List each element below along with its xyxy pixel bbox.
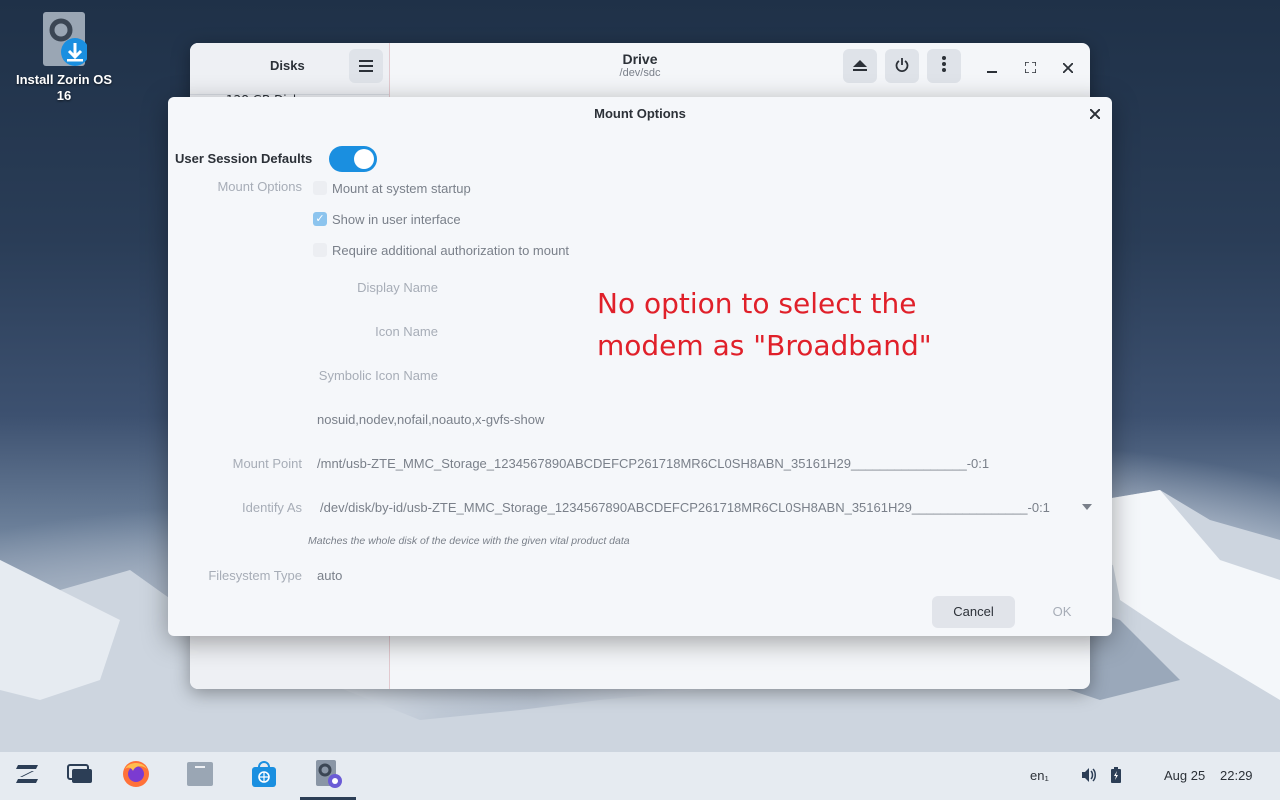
software-store-launcher[interactable] xyxy=(248,760,280,792)
installer-icon xyxy=(41,10,89,68)
workspaces-button[interactable] xyxy=(64,760,96,792)
mount-options-dialog: Mount Options User Session Defaults Moun… xyxy=(168,97,1112,636)
icon-name-field[interactable] xyxy=(450,319,590,343)
software-store-icon xyxy=(249,759,279,794)
display-name-field[interactable] xyxy=(450,275,590,299)
keyboard-layout-indicator[interactable]: en₁ xyxy=(1030,768,1049,783)
identify-as-label: Identify As xyxy=(242,500,302,515)
drive-header: Drive /dev/sdc xyxy=(540,51,740,79)
icon-name-label: Icon Name xyxy=(375,324,438,339)
minimize-icon xyxy=(987,61,997,77)
disks-window-title: Disks xyxy=(270,58,305,73)
desktop-icon-install-zorin[interactable]: Install Zorin OS 16 xyxy=(10,10,118,104)
mount-at-startup-label: Mount at system startup xyxy=(332,181,471,196)
chevron-down-icon[interactable] xyxy=(1082,504,1092,510)
disks-sidebar-header: Disks xyxy=(190,43,389,95)
close-icon xyxy=(1062,61,1074,77)
filesystem-type-field[interactable]: auto xyxy=(317,568,342,583)
show-in-ui-checkbox[interactable]: ✓ xyxy=(313,212,327,226)
power-off-button[interactable] xyxy=(885,49,919,83)
eject-icon xyxy=(853,57,867,76)
zorin-logo-icon xyxy=(14,762,42,791)
taskbar: en₁ Aug 25 22:29 xyxy=(0,752,1280,800)
dialog-title: Mount Options xyxy=(594,106,686,121)
power-icon xyxy=(895,57,909,76)
mount-at-startup-checkbox[interactable] xyxy=(313,181,327,195)
drive-options-button[interactable] xyxy=(927,49,961,83)
user-session-defaults-label: User Session Defaults xyxy=(175,151,313,166)
hamburger-icon xyxy=(359,57,373,76)
show-in-ui-label: Show in user interface xyxy=(332,212,461,227)
toggle-knob xyxy=(354,149,374,169)
clock-date[interactable]: Aug 25 xyxy=(1164,768,1205,783)
drive-title: Drive xyxy=(622,51,658,67)
window-close-button[interactable] xyxy=(1058,59,1078,79)
zorin-menu-button[interactable] xyxy=(12,760,44,792)
display-name-label: Display Name xyxy=(357,280,438,295)
mount-options-label: Mount Options xyxy=(217,179,302,194)
close-icon xyxy=(1089,106,1101,123)
cancel-button[interactable]: Cancel xyxy=(932,596,1015,628)
firefox-icon xyxy=(121,759,151,794)
maximize-icon xyxy=(1023,61,1037,77)
folder-icon xyxy=(185,760,215,793)
checkmark-icon: ✓ xyxy=(315,213,325,225)
disks-icon xyxy=(312,758,344,795)
symbolic-icon-name-label: Symbolic Icon Name xyxy=(318,368,438,383)
minimize-button[interactable] xyxy=(982,59,1002,79)
filesystem-type-label: Filesystem Type xyxy=(208,568,302,583)
mount-options-field[interactable]: nosuid,nodev,nofail,noauto,x-gvfs-show xyxy=(317,412,544,427)
volume-icon[interactable] xyxy=(1081,767,1097,786)
firefox-launcher[interactable] xyxy=(120,760,152,792)
red-annotation-text: No option to select the modem as "Broadb… xyxy=(597,287,932,362)
identify-as-select[interactable]: /dev/disk/by-id/usb-ZTE_MMC_Storage_1234… xyxy=(320,500,1050,515)
eject-button[interactable] xyxy=(843,49,877,83)
files-launcher[interactable] xyxy=(184,760,216,792)
mount-point-label: Mount Point xyxy=(232,456,302,471)
user-session-defaults-toggle[interactable] xyxy=(329,146,377,172)
kebab-menu-icon xyxy=(942,56,946,76)
disks-menu-button[interactable] xyxy=(349,49,383,83)
require-auth-checkbox[interactable] xyxy=(313,243,327,257)
symbolic-icon-name-field[interactable] xyxy=(450,363,590,387)
maximize-button[interactable] xyxy=(1020,59,1040,79)
clock-time[interactable]: 22:29 xyxy=(1220,768,1253,783)
battery-icon[interactable] xyxy=(1110,767,1122,786)
drive-subtitle: /dev/sdc xyxy=(619,67,661,79)
disks-launcher[interactable] xyxy=(312,758,344,795)
mount-point-field[interactable]: /mnt/usb-ZTE_MMC_Storage_1234567890ABCDE… xyxy=(317,456,989,471)
identify-as-hint: Matches the whole disk of the device wit… xyxy=(308,535,630,547)
ok-button[interactable]: OK xyxy=(1032,596,1092,628)
require-auth-label: Require additional authorization to moun… xyxy=(332,243,570,258)
windows-overview-icon xyxy=(67,763,93,789)
dialog-close-button[interactable] xyxy=(1085,105,1105,125)
desktop-icon-label: Install Zorin OS 16 xyxy=(15,72,113,103)
